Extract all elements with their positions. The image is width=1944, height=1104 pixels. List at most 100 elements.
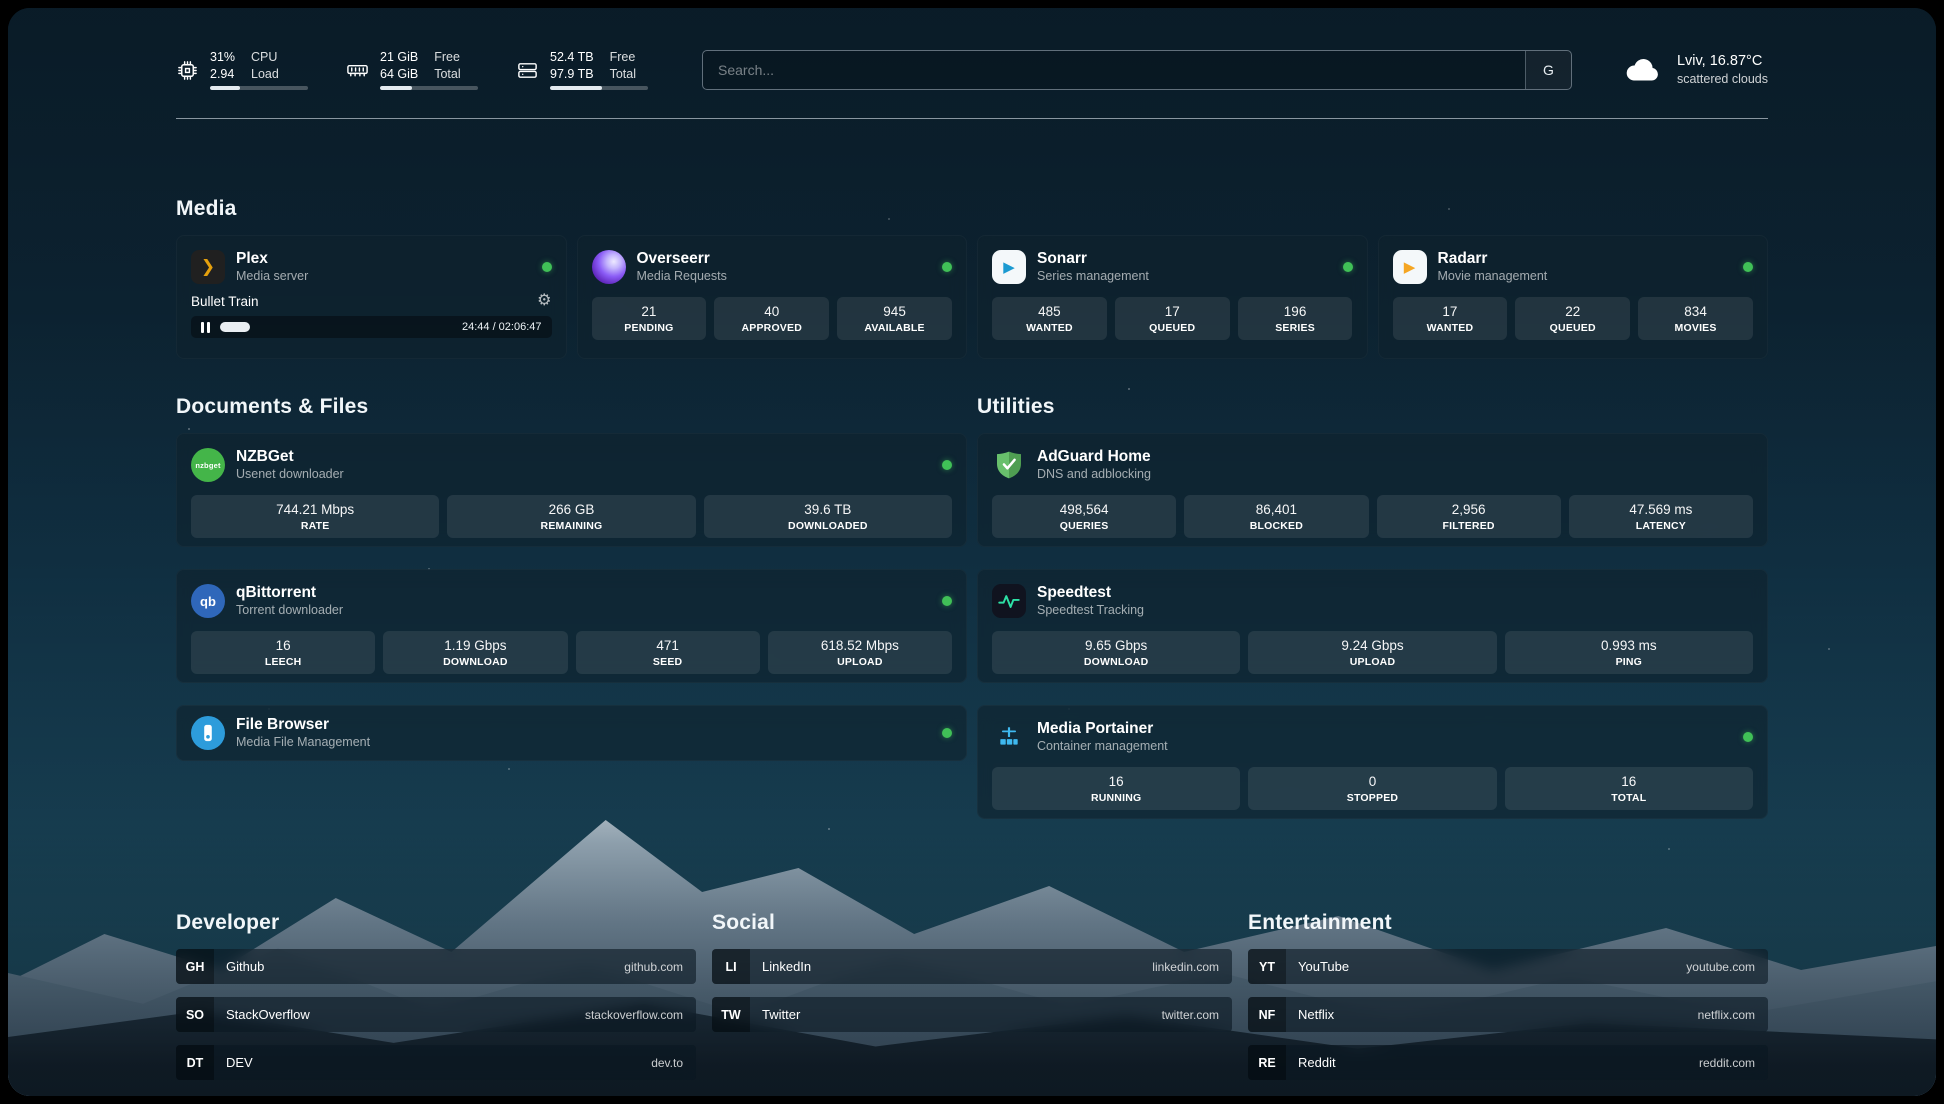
weather-text: Lviv, 16.87°C scattered clouds (1677, 52, 1768, 87)
status-dot (542, 262, 552, 272)
stat-value: 17 (1119, 304, 1226, 321)
gear-icon[interactable]: ⚙ (537, 293, 551, 309)
overseerr-stats: 21 PENDING 40 APPROVED 945 AVAILABLE (592, 297, 953, 340)
bookmark-dev[interactable]: DT DEV dev.to (176, 1045, 696, 1080)
sonarr-card-header: ▶ Sonarr Series management (992, 250, 1353, 284)
search-bar: G (702, 50, 1572, 90)
now-playing-title: Bullet Train (191, 294, 259, 309)
bookmark-youtube[interactable]: YT YouTube youtube.com (1248, 949, 1768, 984)
player-progress-track[interactable] (220, 322, 452, 332)
disk-metric-body: 52.4 TB 97.9 TB Free Total (550, 50, 648, 90)
stat-label: QUEUED (1119, 322, 1226, 334)
stat-label: SERIES (1242, 322, 1349, 334)
app-subtitle: Container management (1037, 739, 1168, 753)
dev-icon: DT (176, 1045, 214, 1080)
sonarr-stats: 485 WANTED 17 QUEUED 196 SERIES (992, 297, 1353, 340)
app-subtitle: Torrent downloader (236, 603, 343, 617)
section-utilities: Utilities AdGuard Home (977, 395, 1768, 841)
adguard-stats: 498,564 QUERIES 86,401 BLOCKED 2,956 FIL… (992, 495, 1753, 538)
app-card-qbittorrent[interactable]: qb qBittorrent Torrent downloader 16 LEE… (176, 569, 967, 683)
ram-icon (346, 59, 369, 82)
bookmark-name: Netflix (1286, 1007, 1334, 1022)
social-section-title: Social (712, 911, 1232, 935)
app-card-nzbget[interactable]: nzbget NZBGet Usenet downloader 744.21 M… (176, 433, 967, 547)
section-documents-files: Documents & Files nzbget NZBGet Usenet d… (176, 395, 967, 841)
cloud-icon (1622, 54, 1664, 86)
stat-value: 485 (996, 304, 1103, 321)
bookmark-url: twitter.com (1162, 1008, 1232, 1022)
stat-value: 22 (1519, 304, 1626, 321)
bookmark-url: reddit.com (1699, 1056, 1768, 1070)
stat-label: DOWNLOADED (708, 520, 948, 532)
stat-value: 39.6 TB (708, 502, 948, 519)
bookmark-name: Github (214, 959, 264, 974)
stat-ping: 0.993 ms PING (1505, 631, 1753, 674)
app-card-radarr[interactable]: ▶ Radarr Movie management 17 WANTED (1378, 235, 1769, 359)
qbittorrent-card-header: qb qBittorrent Torrent downloader (191, 584, 952, 618)
app-card-portainer[interactable]: Media Portainer Container management 16 … (977, 705, 1768, 819)
ram-progress-bar (380, 86, 478, 90)
ram-metric-body: 21 GiB 64 GiB Free Total (380, 50, 478, 90)
cpu-load-value: 2.94 (210, 67, 235, 81)
dashboard-window: 31% 2.94 CPU Load (8, 8, 1936, 1096)
plex-logo-glyph: ❯ (201, 257, 215, 277)
weather-condition: scattered clouds (1677, 71, 1768, 87)
bookmark-name: LinkedIn (750, 959, 811, 974)
status-dot (1743, 262, 1753, 272)
stat-leech: 16 LEECH (191, 631, 375, 674)
stat-blocked: 86,401 BLOCKED (1184, 495, 1368, 538)
stat-label: WANTED (996, 322, 1103, 334)
app-name: Sonarr (1037, 250, 1149, 267)
stat-label: DOWNLOAD (387, 656, 563, 668)
app-card-adguard[interactable]: AdGuard Home DNS and adblocking 498,564 … (977, 433, 1768, 547)
app-subtitle: Movie management (1438, 269, 1548, 283)
adguard-shield-icon (992, 448, 1026, 482)
app-card-filebrowser[interactable]: File Browser Media File Management (176, 705, 967, 761)
app-card-sonarr[interactable]: ▶ Sonarr Series management 485 WANTED (977, 235, 1368, 359)
cpu-metric-body: 31% 2.94 CPU Load (210, 50, 308, 90)
bookmark-name: DEV (214, 1055, 253, 1070)
cpu-metric: 31% 2.94 CPU Load (176, 50, 308, 90)
documents-section-title: Documents & Files (176, 395, 967, 419)
filebrowser-card-header: File Browser Media File Management (191, 717, 952, 749)
stat-label: MOVIES (1642, 322, 1749, 334)
app-name: qBittorrent (236, 584, 343, 601)
bookmark-github[interactable]: GH Github github.com (176, 949, 696, 984)
bookmark-stackoverflow[interactable]: SO StackOverflow stackoverflow.com (176, 997, 696, 1032)
youtube-icon: YT (1248, 949, 1286, 984)
app-name: File Browser (236, 716, 370, 733)
bookmark-reddit[interactable]: RE Reddit reddit.com (1248, 1045, 1768, 1080)
status-dot (942, 596, 952, 606)
bookmark-linkedin[interactable]: LI LinkedIn linkedin.com (712, 949, 1232, 984)
plex-icon: ❯ (191, 250, 225, 284)
stat-stopped: 0 STOPPED (1248, 767, 1496, 810)
app-name: Overseerr (637, 250, 727, 267)
stat-value: 196 (1242, 304, 1349, 321)
sonarr-logo-glyph: ▶ (1003, 258, 1015, 276)
app-card-overseerr[interactable]: Overseerr Media Requests 21 PENDING 40 A… (577, 235, 968, 359)
section-developer: Developer GH Github github.com SO StackO… (176, 911, 696, 1093)
cpu-label: CPU (251, 50, 279, 64)
cpu-progress-bar (210, 86, 308, 90)
stat-series: 196 SERIES (1238, 297, 1353, 340)
stat-value: 16 (195, 638, 371, 655)
developer-section-title: Developer (176, 911, 696, 935)
bookmark-netflix[interactable]: NF Netflix netflix.com (1248, 997, 1768, 1032)
search-engine-button[interactable]: G (1525, 51, 1571, 89)
app-card-plex[interactable]: ❯ Plex Media server Bullet Train ⚙ (176, 235, 567, 359)
stat-value: 9.65 Gbps (996, 638, 1236, 655)
stat-latency: 47.569 ms LATENCY (1569, 495, 1753, 538)
stat-queued: 17 QUEUED (1115, 297, 1230, 340)
stat-label: STOPPED (1252, 792, 1492, 804)
bookmark-twitter[interactable]: TW Twitter twitter.com (712, 997, 1232, 1032)
bookmark-url: youtube.com (1686, 960, 1768, 974)
search-input[interactable] (703, 62, 1525, 78)
stat-label: RATE (195, 520, 435, 532)
stat-label: UPLOAD (772, 656, 948, 668)
ram-metric: 21 GiB 64 GiB Free Total (346, 50, 478, 90)
reddit-icon: RE (1248, 1045, 1286, 1080)
pause-icon[interactable] (201, 322, 210, 333)
app-subtitle: DNS and adblocking (1037, 467, 1151, 481)
linkedin-icon: LI (712, 949, 750, 984)
app-card-speedtest[interactable]: Speedtest Speedtest Tracking 9.65 Gbps D… (977, 569, 1768, 683)
